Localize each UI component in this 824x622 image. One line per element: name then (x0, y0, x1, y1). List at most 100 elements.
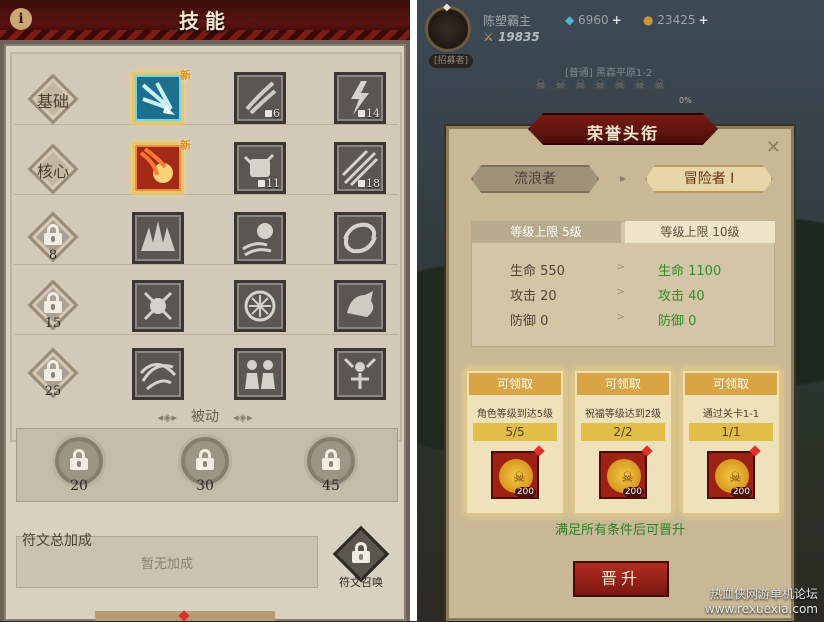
row-label-text: 核心 (36, 162, 69, 181)
reward-condition: 通过关卡1-1 (702, 409, 760, 420)
promote-button[interactable]: 晋升 (573, 561, 669, 597)
notification-dot (533, 445, 545, 457)
skill-slot-locked[interactable] (334, 348, 386, 400)
ornament-right: ◂◈▸ (233, 411, 253, 424)
site-watermark: 热血侠网游单机论坛 www.rexuexia.com (705, 587, 818, 617)
skill-slot-basic-1[interactable]: 新 (132, 69, 191, 124)
lock-icon (195, 449, 215, 470)
reward-item[interactable]: ☠ 200 (599, 445, 653, 499)
honor-title-screen: ◆ [招募者] 陈塑霸主 ⚔ 19835 ◆ 6960 + ● 23425 + [普… (417, 0, 824, 621)
ghost-dash-icon (242, 223, 273, 257)
stat-row-attack: 攻击 20 > 攻击 40 (472, 285, 774, 307)
stat-old: 生命 550 (510, 264, 565, 279)
reward-card-3[interactable]: 可领取 通过关卡1-1 1/1 ☠ 200 (681, 369, 781, 515)
reward-condition: 角色等级到达5级 (476, 409, 554, 420)
unlock-level: 15 (44, 316, 62, 331)
row-divider (14, 334, 398, 335)
reward-status: 可领取 (469, 373, 561, 395)
row-label-text: 基础 (36, 92, 69, 111)
rune-summon-button[interactable]: 符文召唤 (332, 525, 390, 589)
stat-new: 生命 1100 (658, 264, 722, 279)
watermark-line-1: 热血侠网游单机论坛 (709, 587, 818, 601)
skill-slot-locked[interactable] (234, 212, 286, 264)
lock-icon (43, 292, 63, 313)
row-label-core: 核心 (27, 143, 79, 195)
stat-old: 攻击 20 (510, 289, 557, 304)
current-rank: 流浪者 (471, 165, 599, 193)
gold-counter[interactable]: ● 23425 + (643, 13, 709, 27)
reward-item[interactable]: ☠ 200 (491, 445, 545, 499)
reward-status: 可领取 (577, 373, 669, 395)
passive-unlock-level: 30 (196, 478, 214, 494)
skill-slot-locked[interactable] (334, 280, 386, 332)
ice-arrow-icon (141, 82, 175, 115)
vortex-icon (343, 222, 377, 254)
skill-lock-level: 11 (258, 177, 280, 190)
spikes-icon (141, 221, 175, 251)
player-name: 陈塑霸主 (483, 14, 532, 28)
combat-power: ⚔ 19835 (483, 30, 540, 44)
skills-parchment: 基础 新 6 14 核心 新 11 18 8 15 25 ◂◈▸ 被动 ◂◈▸ … (4, 44, 406, 621)
skill-lock-level: 18 (358, 177, 380, 190)
skill-slot-basic-2[interactable]: 6 (234, 72, 286, 124)
rune-bonus-title: 符文总加成 (22, 533, 92, 549)
reward-item[interactable]: ☠ 200 (707, 445, 761, 499)
stat-row-hp: 生命 550 > 生命 1100 (472, 260, 774, 282)
beast-icon (347, 291, 374, 317)
lock-icon (321, 449, 341, 470)
dialog-title: 荣誉头衔 (586, 124, 659, 143)
skills-title: 技能 (179, 9, 231, 33)
notification-dot (178, 610, 190, 622)
skill-slot-core-2[interactable]: 11 (234, 142, 286, 194)
new-tag: 新 (180, 139, 191, 152)
unlock-level: 25 (44, 384, 62, 399)
lock-icon (358, 180, 365, 187)
stage-progress-skulls: ☠ ☠ ☠ ☠ ☠ ☠ ☠ (535, 78, 668, 93)
skill-slot-locked[interactable] (132, 348, 184, 400)
ornament-left: ◂◈▸ (157, 411, 177, 424)
skill-slot-core-1[interactable]: 新 (132, 139, 191, 194)
promotion-requirement: 满足所有条件后可晋升 (554, 523, 685, 538)
lock-icon (258, 180, 265, 187)
hire-button[interactable]: [招募者] (429, 54, 473, 68)
skill-slot-core-3[interactable]: 18 (334, 142, 386, 194)
skill-lock-level: 14 (358, 107, 380, 120)
lock-icon (43, 360, 63, 381)
boss-progress: 0% (679, 96, 692, 105)
skill-slot-locked[interactable] (234, 348, 286, 400)
bottom-tab-strip[interactable] (95, 610, 275, 622)
row-lock-15: 15 (27, 279, 79, 331)
reward-quantity: 200 (514, 487, 536, 497)
stat-old: 防御 0 (510, 314, 549, 329)
gem-counter[interactable]: ◆ 6960 + (565, 13, 622, 27)
frost-ring-icon (244, 290, 276, 322)
reward-card-1[interactable]: 可领取 角色等级到达5级 5/5 ☠ 200 (465, 369, 565, 515)
row-label-basic: 基础 (27, 73, 79, 125)
skill-slot-locked[interactable] (234, 280, 286, 332)
reward-card-2[interactable]: 可领取 祝福等级达到2级 2/2 ☠ 200 (573, 369, 673, 515)
add-gold-icon[interactable]: + (698, 13, 708, 27)
skill-slot-locked[interactable] (132, 280, 184, 332)
notification-dot (641, 445, 653, 457)
row-divider (14, 264, 398, 265)
gem-icon: ◆ (565, 13, 579, 27)
arrow-right-icon: > (616, 310, 626, 323)
watermark-line-2: www.rexuexia.com (704, 602, 818, 616)
power-burst-icon (343, 357, 377, 389)
notification-dot (749, 445, 761, 457)
lock-icon (43, 224, 63, 245)
skill-slot-basic-3[interactable]: 14 (334, 72, 386, 124)
lock-icon (351, 542, 371, 563)
row-divider (14, 124, 398, 125)
add-gems-icon[interactable]: + (612, 13, 622, 27)
close-icon[interactable]: ✕ (766, 137, 781, 158)
reward-quantity: 200 (622, 487, 644, 497)
lock-icon (358, 110, 365, 117)
skills-panel: i 技能 基础 新 6 14 核心 新 11 18 8 15 25 ◂◈▸ 被动… (0, 0, 410, 622)
skill-slot-locked[interactable] (132, 212, 184, 264)
row-divider (14, 194, 398, 195)
skill-slot-locked[interactable] (334, 212, 386, 264)
honor-title-dialog: 荣誉头衔 ✕ 流浪者 ▸ 冒险者 I 生命 550 > 生命 1100 攻击 2… (446, 113, 794, 621)
whirlwind-icon (139, 363, 177, 391)
reward-quantity: 200 (730, 487, 752, 497)
